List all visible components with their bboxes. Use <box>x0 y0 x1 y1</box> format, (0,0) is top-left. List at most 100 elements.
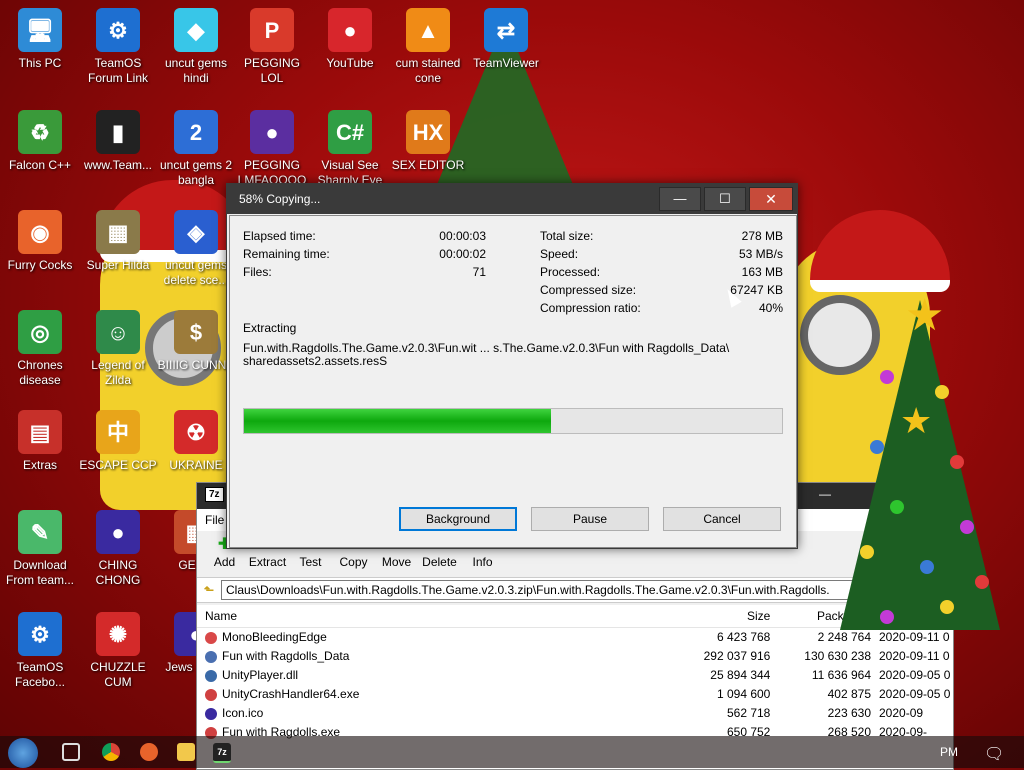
desktop-icon[interactable]: ◈ uncut gems delete sce... <box>156 210 236 288</box>
stat-value-elapsed: 00:00:03 <box>439 229 486 243</box>
current-path-line2: sharedassets2.assets.resS <box>243 354 388 368</box>
desktop-icon[interactable]: ♻ Falcon C++ <box>0 110 80 173</box>
desktop-icon[interactable]: ⚙ TeamOS Facebo... <box>0 612 80 690</box>
progress-bar <box>243 408 783 434</box>
cancel-button[interactable]: Cancel <box>663 507 781 531</box>
desktop-icon-label: Download From team... <box>5 558 74 587</box>
desktop-icon[interactable]: ⇄ TeamViewer <box>466 8 546 71</box>
desktop-icon-label: ESCAPE CCP <box>79 458 157 472</box>
stat-label-remaining: Remaining time: <box>243 247 330 261</box>
pegging-ball-icon: ● <box>250 110 294 154</box>
copy-progress-dialog[interactable]: 58% Copying... — ☐ ✕ Elapsed time: 00:00… <box>226 183 798 549</box>
desktop-icon[interactable]: 🖥 This PC <box>0 8 80 71</box>
file-modified: 2020-09-11 0 <box>879 630 950 644</box>
file-row[interactable]: UnityCrashHandler64.exe 1 094 600 402 875 2… <box>197 685 953 704</box>
stat-value-total-size: 278 MB <box>741 229 783 243</box>
desktop-icon-label: CHING CHONG <box>95 558 141 587</box>
desktop-icon[interactable]: ● CHING CHONG <box>78 510 158 588</box>
desktop-icon-label: uncut gems hindi <box>164 56 228 85</box>
operation-label: Extracting <box>243 321 297 335</box>
desktop-icon-label: www.Team... <box>83 158 152 172</box>
desktop-icon[interactable]: ▤ Extras <box>0 410 80 473</box>
taskbar-clock[interactable]: PM <box>940 745 958 759</box>
file-packed-size: 2 248 764 <box>817 630 871 644</box>
stat-value-processed: 163 MB <box>741 265 783 279</box>
minimize-icon[interactable]: — <box>819 487 831 501</box>
progress-fill <box>244 409 551 433</box>
desktop-icon[interactable]: 2 uncut gems 2 bangla <box>156 110 236 188</box>
desktop-icon[interactable]: ☢ UKRAINE <box>156 410 236 473</box>
toolbar-label: Info <box>472 555 493 569</box>
current-path-line1: Fun.with.Ragdolls.The.Game.v2.0.3\Fun.wi… <box>243 341 730 355</box>
desktop-icon[interactable]: C# Visual See Sharply Eye <box>310 110 390 188</box>
ornament <box>860 545 874 559</box>
notification-icon[interactable]: 🗨 <box>984 744 1004 764</box>
desktop-icon[interactable]: ⚙ TeamOS Forum Link <box>78 8 158 86</box>
file-name: UnityCrashHandler64.exe <box>222 687 360 701</box>
desktop-icon[interactable]: ✺ CHUZZLE CUM <box>78 612 158 690</box>
minimize-button[interactable]: — <box>659 187 701 211</box>
desktop-icon[interactable]: 中 ESCAPE CCP <box>78 410 158 473</box>
desktop-icon[interactable]: P PEGGING LOL <box>232 8 312 86</box>
desktop-icon-label: Extras <box>22 458 57 472</box>
column-size[interactable]: Size <box>696 605 770 627</box>
desktop-icon[interactable]: ▦ Super Hilda <box>78 210 158 273</box>
desktop-icon-label: SEX EDITOR <box>391 158 465 172</box>
desktop-icon[interactable]: ☺ Legend of Zilda <box>78 310 158 388</box>
stat-label-speed: Speed: <box>540 247 579 261</box>
file-name: Icon.ico <box>222 706 264 720</box>
desktop-icon[interactable]: $ BIIIIG CUNNY <box>156 310 236 373</box>
desktop-icon[interactable]: ◎ Chrones disease <box>0 310 80 388</box>
desktop-icon[interactable]: ▲ cum stained cone <box>388 8 468 86</box>
desktop-icon-label: Falcon C++ <box>8 158 72 172</box>
file-row[interactable]: UnityPlayer.dll 25 894 344 11 636 964 2020-… <box>197 666 953 685</box>
desktop-icon-label: CHUZZLE CUM <box>90 660 146 689</box>
toolbar-label: Extract <box>248 555 287 569</box>
desktop-icon-label: Super Hilda <box>86 258 150 272</box>
desktop-icon[interactable]: ● YouTube <box>310 8 390 71</box>
pegging-icon: P <box>250 8 294 52</box>
diamond-icon: ◆ <box>174 8 218 52</box>
desktop-icon-label: YouTube <box>326 56 374 70</box>
toolbar-label: Test <box>299 555 322 569</box>
toolbar-label: Move <box>381 555 412 569</box>
maximize-icon: ☐ <box>719 191 731 206</box>
file-row[interactable]: Fun with Ragdolls_Data 292 037 916 130 630… <box>197 647 953 666</box>
chrome-taskbar-icon[interactable] <box>102 743 120 761</box>
desktop-icon[interactable]: ✎ Download From team... <box>0 510 80 588</box>
money-bag-icon: $ <box>174 310 218 354</box>
desktop-icon[interactable]: HX SEX EDITOR <box>388 110 468 173</box>
start-button[interactable] <box>8 738 38 768</box>
minimize-icon: — <box>673 191 687 206</box>
desktop-icon[interactable]: ◉ Furry Cocks <box>0 210 80 273</box>
stat-value-speed: 53 MB/s <box>738 247 783 261</box>
toolbar-label: Add <box>213 555 236 569</box>
file-name: Fun with Ragdolls_Data <box>222 649 350 663</box>
file-explorer-taskbar-icon[interactable] <box>177 743 195 761</box>
desktop-icon[interactable]: ● PEGGING LMFAOOOO <box>232 110 312 188</box>
dialog-titlebar[interactable]: 58% Copying... — ☐ ✕ <box>227 184 797 214</box>
desktop-icon[interactable]: ◆ uncut gems hindi <box>156 8 236 86</box>
close-button[interactable]: ✕ <box>749 187 793 211</box>
firefox-taskbar-icon[interactable] <box>140 743 158 761</box>
desktop-icon[interactable]: ▮ www.Team... <box>78 110 158 173</box>
firefox-icon: ◉ <box>18 210 62 254</box>
pause-button[interactable]: Pause <box>531 507 649 531</box>
column-name[interactable]: Name <box>197 605 696 627</box>
folder-up-icon[interactable]: ⬑ <box>197 583 221 597</box>
ornament <box>935 385 949 399</box>
file-row[interactable]: Icon.ico 562 718 223 630 2020-09 <box>197 704 953 723</box>
background-button[interactable]: Background <box>399 507 517 531</box>
file-packed-size: 223 630 <box>827 706 871 720</box>
maximize-button[interactable]: ☐ <box>704 187 746 211</box>
file-row[interactable]: MonoBleedingEdge 6 423 768 2 248 764 2020-0… <box>197 628 953 647</box>
file-packed-size: 402 875 <box>827 687 871 701</box>
taskbar: 7z PM 🗨 <box>0 736 1024 768</box>
file-icon <box>205 688 217 701</box>
gem-ring-icon: ◈ <box>174 210 218 254</box>
ornament <box>960 520 974 534</box>
file-icon <box>205 707 217 720</box>
stat-label-total-size: Total size: <box>540 229 594 243</box>
task-view-icon[interactable] <box>62 743 80 761</box>
7zip-taskbar-icon[interactable]: 7z <box>213 743 231 763</box>
